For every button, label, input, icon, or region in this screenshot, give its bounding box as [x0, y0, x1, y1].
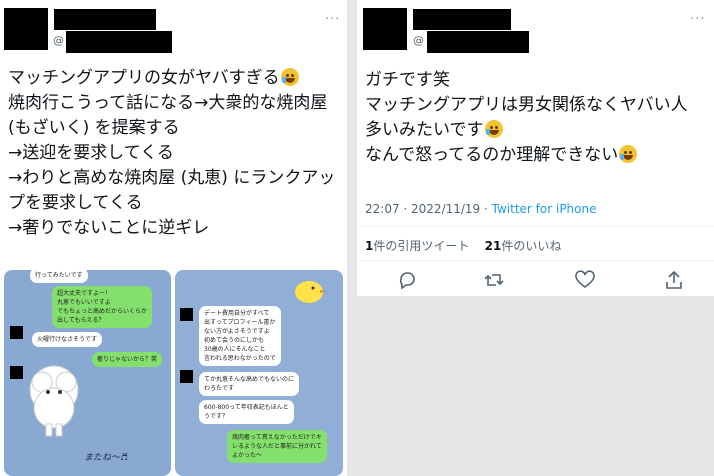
avatar-redacted[interactable] [4, 8, 48, 50]
tweet-stats: 1件の引用ツイート 21件のいいね [365, 237, 561, 254]
attached-image-1[interactable]: 行ってみたいです 超大丈夫ですよー！ 丸恵でもいいですよ でもちょっと高めだから… [4, 270, 171, 476]
joy-emoji-icon [619, 145, 638, 163]
left-tweet-card: @ ··· マッチングアプリの女がヤバすぎる 焼肉行こうって話になる→大衆的な焼… [0, 0, 347, 476]
chat-bubble: 600-800って年収表記もほんと うです？ [199, 400, 294, 424]
tweet-line: →送迎を要求してくる [8, 143, 174, 163]
handle-redacted[interactable] [427, 31, 529, 53]
chat-avatar-redacted [180, 308, 193, 321]
avatar-redacted[interactable] [363, 8, 407, 50]
retweet-icon[interactable] [484, 270, 504, 290]
chat-bubble: 火曜行けなさそうです [32, 332, 103, 347]
sticker-text: またね〜♬ [84, 453, 129, 463]
share-icon[interactable] [664, 270, 684, 290]
handle-redacted[interactable] [66, 31, 172, 53]
chat-avatar-redacted [180, 370, 193, 383]
divider [357, 260, 714, 261]
display-name-redacted[interactable] [413, 9, 511, 30]
joy-emoji-icon [484, 120, 503, 138]
tweet-line: マッチングアプリの女がヤバすぎる [8, 66, 335, 91]
chick-sticker-icon [295, 281, 326, 303]
tweet-line: なんで怒ってるのか理解できない [365, 143, 688, 168]
tweet-line: ガチです笑 [365, 70, 450, 90]
reply-icon[interactable] [397, 270, 417, 290]
tweet-timestamp: 22:07 · 2022/11/19 · Twitter for iPhone [365, 202, 597, 216]
divider [357, 226, 714, 227]
tweet-line: マッチングアプリは男女関係なくヤバい人 [365, 95, 688, 115]
more-options-icon[interactable]: ··· [690, 12, 705, 27]
sheep-sticker-icon [29, 365, 79, 437]
tweet-time: 22:07 · 2022/11/19 · [365, 202, 492, 216]
chat-bubble-sent: 奢りじゃないから？笑 [92, 352, 163, 367]
tweet-line: 多いみたいです [365, 118, 688, 143]
more-options-icon[interactable]: ··· [325, 12, 340, 27]
tweet-line: (もざいく) を提案する [8, 118, 180, 138]
quote-count-link[interactable]: 1件の引用ツイート [365, 239, 469, 253]
tweet-line: 焼肉行こうって話になる→大衆的な焼肉屋 [8, 93, 328, 113]
rofl-emoji-icon [280, 68, 299, 86]
attached-image-2[interactable]: デート費用自分がすべて 出すってプロフィール書か ない方がよさそうですよ 初めて… [175, 270, 343, 476]
chat-bubble-sent: 焼肉奢って貰えなかっただけでキ レるような人だと事前に分かれて よかった〜 [227, 430, 327, 463]
tweet-line: →わりと高めな焼肉屋 (丸恵) にランクアッ [8, 168, 336, 188]
like-count-link[interactable]: 21件のいいね [485, 239, 562, 253]
chat-bubble: 行ってみたいです [30, 270, 88, 283]
handle-prefix: @ [413, 34, 424, 47]
display-name-redacted[interactable] [54, 9, 156, 30]
tweet-text: ガチです笑 マッチングアプリは男女関係なくヤバい人 多いみたいです なんで怒って… [365, 68, 688, 168]
handle-prefix: @ [53, 34, 64, 47]
chat-bubble: デート費用自分がすべて 出すってプロフィール書か ない方がよさそうですよ 初めて… [199, 306, 281, 366]
tweet-line: プを要求してくる [8, 193, 143, 213]
chat-bubble-sent: 超大丈夫ですよー！ 丸恵でもいいですよ でもちょっと高めだからいくらか 出しても… [52, 286, 153, 328]
right-tweet-card: @ ··· ガチです笑 マッチングアプリは男女関係なくヤバい人 多いみたいです … [357, 0, 714, 296]
tweet-source-link[interactable]: Twitter for iPhone [492, 202, 597, 216]
tweet-line: →奢りでないことに逆ギレ [8, 218, 210, 238]
chat-avatar-redacted [10, 366, 23, 379]
chat-avatar-redacted [10, 326, 23, 339]
chat-bubble: てか丸恵そんな高めでもないのに わろたです [199, 372, 300, 396]
tweet-text: マッチングアプリの女がヤバすぎる 焼肉行こうって話になる→大衆的な焼肉屋 (もざ… [8, 66, 335, 241]
like-icon[interactable] [575, 270, 595, 290]
